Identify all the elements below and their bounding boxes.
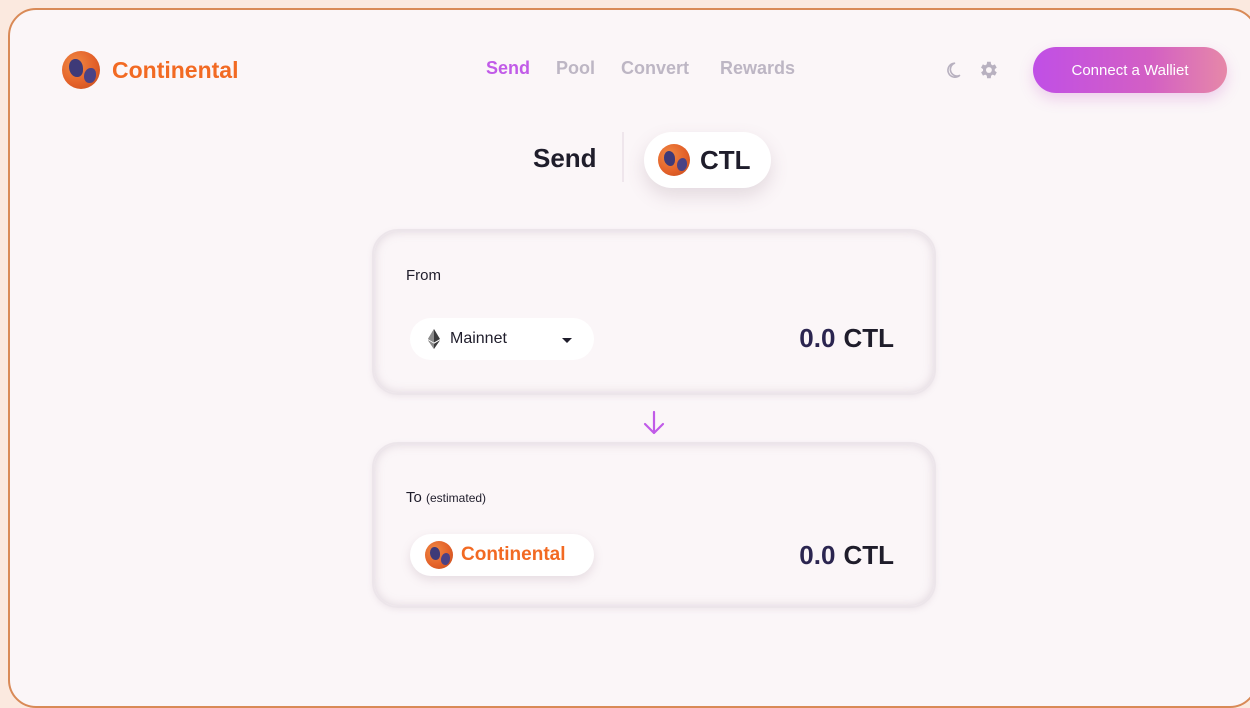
nav-item-send[interactable]: Send (486, 58, 530, 79)
to-label-text: To (406, 489, 422, 506)
to-amount-unit: CTL (843, 540, 894, 570)
main-nav: Send Pool Convert Rewards (486, 58, 795, 79)
title-divider (622, 132, 624, 182)
to-amount: 0.0 CTL (799, 540, 894, 571)
arrow-down-icon[interactable] (642, 409, 666, 437)
from-label: From (406, 267, 441, 284)
nav-item-pool[interactable]: Pool (556, 58, 595, 79)
destination-token-select[interactable]: Continental (410, 534, 594, 576)
network-select[interactable]: Mainnet (410, 318, 594, 360)
from-amount-unit: CTL (843, 323, 894, 353)
to-card: To (estimated) Continental 0.0 CTL (372, 442, 936, 608)
chevron-down-icon (562, 338, 572, 343)
globe-token-icon (658, 144, 690, 176)
from-amount: 0.0 CTL (799, 323, 894, 354)
to-label: To (estimated) (406, 489, 486, 506)
network-label: Mainnet (450, 330, 507, 347)
to-label-note: (estimated) (426, 491, 487, 505)
token-selector-button[interactable]: CTL (644, 132, 771, 188)
from-card: From Mainnet 0.0 CTL (372, 229, 936, 395)
globe-logo-icon (62, 51, 100, 89)
header-icons (944, 58, 1000, 82)
page-title: Send (533, 143, 597, 173)
brand-logo[interactable]: Continental (62, 51, 239, 89)
connect-wallet-button[interactable]: Connect a Walliet (1033, 47, 1227, 93)
destination-token-name: Continental (461, 544, 566, 565)
to-amount-value: 0.0 (799, 540, 836, 570)
ethereum-icon (428, 329, 440, 349)
token-symbol: CTL (700, 144, 751, 175)
nav-item-rewards[interactable]: Rewards (720, 58, 795, 79)
from-amount-value: 0.0 (799, 323, 836, 353)
gear-icon[interactable] (976, 58, 1000, 82)
brand-name: Continental (112, 56, 239, 83)
moon-icon[interactable] (944, 58, 968, 82)
nav-item-convert[interactable]: Convert (621, 58, 689, 79)
globe-token-icon (425, 541, 453, 569)
